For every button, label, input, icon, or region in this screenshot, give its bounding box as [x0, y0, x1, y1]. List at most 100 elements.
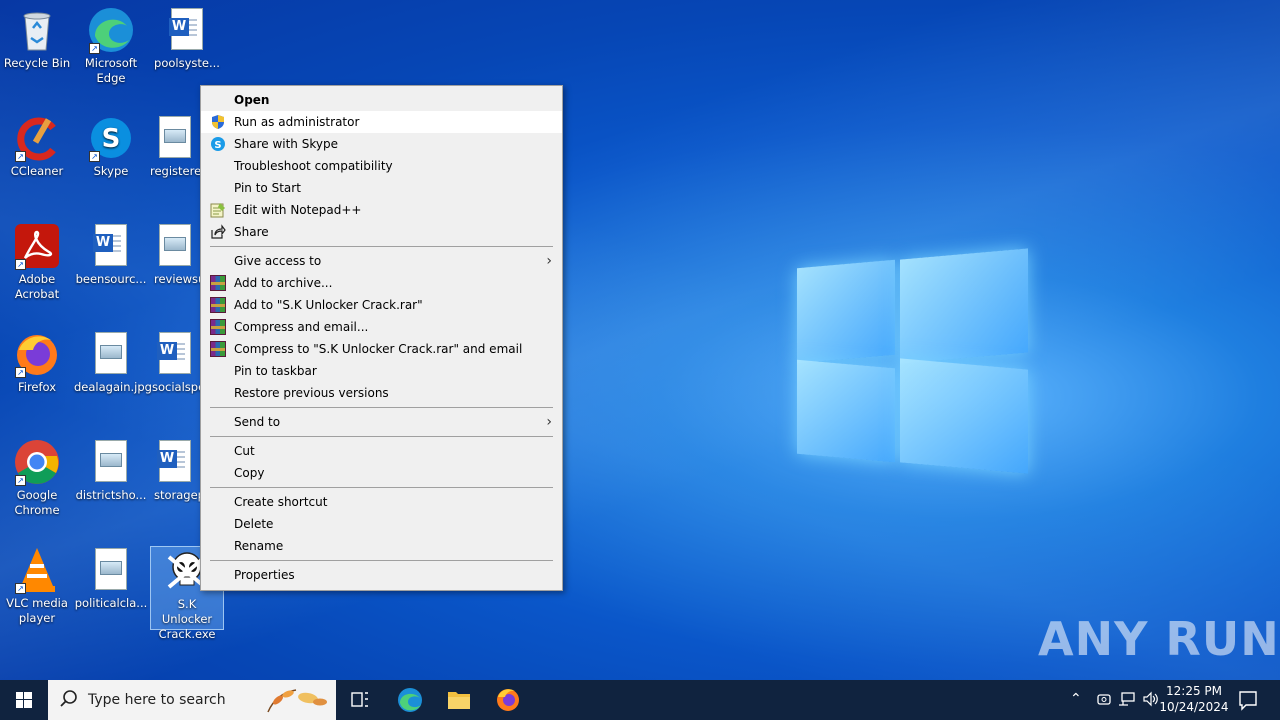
show-hidden-icons-chevron-icon[interactable]: ⌃: [1070, 691, 1082, 707]
winrar-icon: [210, 275, 226, 291]
firefox-icon: [497, 689, 519, 711]
desktop-icon-storagep[interactable]: W storagep: [150, 438, 200, 503]
menu-separator: [201, 404, 562, 411]
desktop-icon-poolsyste[interactable]: W poolsyste...: [150, 6, 224, 71]
desktop-icon-label: Firefox: [17, 380, 57, 394]
edge-icon: [398, 688, 422, 712]
desktop-icon-label: VLC media player: [6, 596, 68, 625]
menu-item-create-shortcut[interactable]: Create shortcut: [201, 491, 562, 513]
notepad-plus-plus-icon: [210, 202, 226, 218]
word-document-icon: W: [151, 438, 199, 486]
ccleaner-icon: ↗: [13, 114, 61, 162]
image-file-icon: [151, 222, 199, 270]
desktop-icon-skype[interactable]: S ↗ Skype: [74, 114, 148, 179]
submenu-chevron-icon: ›: [546, 253, 552, 269]
menu-separator: [201, 433, 562, 440]
menu-item-pin-to-start[interactable]: Pin to Start: [201, 177, 562, 199]
menu-item-restore-previous-versions[interactable]: Restore previous versions: [201, 382, 562, 404]
desktop-icon-label: socialspe: [152, 380, 200, 394]
search-highlight-leaves-icon: [262, 684, 332, 720]
menu-item-run-as-administrator[interactable]: Run as administrator: [201, 111, 562, 133]
start-button[interactable]: [0, 680, 48, 720]
desktop-icon-socialspe[interactable]: W socialspe: [150, 330, 200, 395]
skype-icon: S: [210, 136, 226, 152]
image-file-icon: [87, 438, 135, 486]
shortcut-arrow-icon: ↗: [15, 367, 26, 378]
word-document-icon: W: [87, 222, 135, 270]
menu-item-pin-to-taskbar[interactable]: Pin to taskbar: [201, 360, 562, 382]
task-view-button[interactable]: [336, 680, 384, 720]
desktop-icon-label: poolsyste...: [154, 56, 220, 70]
search-placeholder: Type here to search: [88, 692, 226, 708]
network-icon[interactable]: [1118, 691, 1136, 710]
shortcut-arrow-icon: ↗: [89, 43, 100, 54]
menu-item-add-to-archive[interactable]: Add to archive...: [201, 272, 562, 294]
desktop-icon-label: reviewsu: [154, 272, 200, 286]
menu-item-delete[interactable]: Delete: [201, 513, 562, 535]
folder-icon: [448, 692, 470, 709]
desktop-icon-label: S.K Unlocker Crack.exe: [158, 597, 216, 641]
desktop-icon-label: CCleaner: [10, 164, 64, 178]
menu-item-compress-and-email[interactable]: Compress and email...: [201, 316, 562, 338]
clock-time: 12:25 PM: [1166, 684, 1222, 698]
desktop-icon-microsoft-edge[interactable]: ↗ Microsoft Edge: [74, 6, 148, 86]
menu-item-copy[interactable]: Copy: [201, 462, 562, 484]
shortcut-arrow-icon: ↗: [15, 475, 26, 486]
submenu-chevron-icon: ›: [546, 414, 552, 430]
menu-item-add-to-rar[interactable]: Add to "S.K Unlocker Crack.rar": [201, 294, 562, 316]
taskbar-edge-button[interactable]: [386, 680, 434, 720]
desktop-icon-label: Recycle Bin: [3, 56, 71, 70]
desktop-icon-beensourc[interactable]: W beensourc...: [74, 222, 148, 287]
vlc-icon: ↗: [13, 546, 61, 594]
notification-icon: [1239, 691, 1257, 711]
shortcut-arrow-icon: ↗: [15, 151, 26, 162]
menu-item-send-to[interactable]: Send to ›: [201, 411, 562, 433]
desktop-icon-label: registered: [150, 164, 200, 178]
image-file-icon: [151, 114, 199, 162]
desktop-icon-firefox[interactable]: ↗ Firefox: [0, 330, 74, 395]
tray-app-icon[interactable]: [1096, 691, 1112, 710]
desktop-icon-registered[interactable]: registered: [150, 114, 200, 179]
taskbar-file-explorer-button[interactable]: [435, 680, 483, 720]
desktop-icon-districtsho[interactable]: districtsho...: [74, 438, 148, 503]
desktop-icon-ccleaner[interactable]: ↗ CCleaner: [0, 114, 74, 179]
chrome-icon: ↗: [13, 438, 61, 486]
desktop-icon-label: Skype: [93, 164, 129, 178]
desktop-icon-recycle-bin[interactable]: Recycle Bin: [0, 6, 74, 71]
desktop-icon-label: storagep: [154, 488, 200, 502]
uac-shield-icon: [210, 114, 226, 130]
desktop-icon-google-chrome[interactable]: ↗ Google Chrome: [0, 438, 74, 518]
taskbar: Type here to search ⌃ 12:25 PM 10/24/202…: [0, 680, 1280, 720]
taskbar-search-box[interactable]: Type here to search: [48, 680, 336, 720]
desktop-icon-dealagain[interactable]: dealagain.jpg: [74, 330, 152, 395]
clock-date: 10/24/2024: [1159, 700, 1229, 714]
shortcut-arrow-icon: ↗: [15, 583, 26, 594]
acrobat-icon: ↗: [13, 222, 61, 270]
menu-item-rename[interactable]: Rename: [201, 535, 562, 557]
menu-item-troubleshoot-compatibility[interactable]: Troubleshoot compatibility: [201, 155, 562, 177]
menu-item-open[interactable]: Open: [201, 89, 562, 111]
desktop-icon-reviewsu[interactable]: reviewsu: [150, 222, 200, 287]
desktop-icon-label: politicalcla...: [74, 596, 148, 610]
desktop-icon-politicalcla[interactable]: politicalcla...: [74, 546, 148, 611]
recycle-bin-icon: [13, 6, 61, 54]
menu-item-give-access-to[interactable]: Give access to ›: [201, 250, 562, 272]
desktop-icon-label: beensourc...: [75, 272, 147, 286]
menu-item-share-with-skype[interactable]: S Share with Skype: [201, 133, 562, 155]
desktop-icon-vlc[interactable]: ↗ VLC media player: [0, 546, 74, 626]
desktop-icon-adobe-acrobat[interactable]: ↗ Adobe Acrobat: [0, 222, 74, 302]
skype-icon: S ↗: [87, 114, 135, 162]
menu-item-cut[interactable]: Cut: [201, 440, 562, 462]
desktop-icon-label: Adobe Acrobat: [14, 272, 60, 301]
menu-item-properties[interactable]: Properties: [201, 564, 562, 586]
menu-item-edit-with-notepad[interactable]: Edit with Notepad++: [201, 199, 562, 221]
taskbar-firefox-button[interactable]: [484, 680, 532, 720]
shortcut-arrow-icon: ↗: [15, 259, 26, 270]
menu-item-share[interactable]: Share: [201, 221, 562, 243]
search-icon: [60, 680, 78, 720]
menu-item-compress-to-rar-and-email[interactable]: Compress to "S.K Unlocker Crack.rar" and…: [201, 338, 562, 360]
action-center-button[interactable]: [1224, 680, 1272, 720]
word-document-icon: W: [151, 330, 199, 378]
svg-text:S: S: [102, 124, 121, 154]
taskbar-clock[interactable]: 12:25 PM 10/24/2024: [1158, 683, 1230, 715]
